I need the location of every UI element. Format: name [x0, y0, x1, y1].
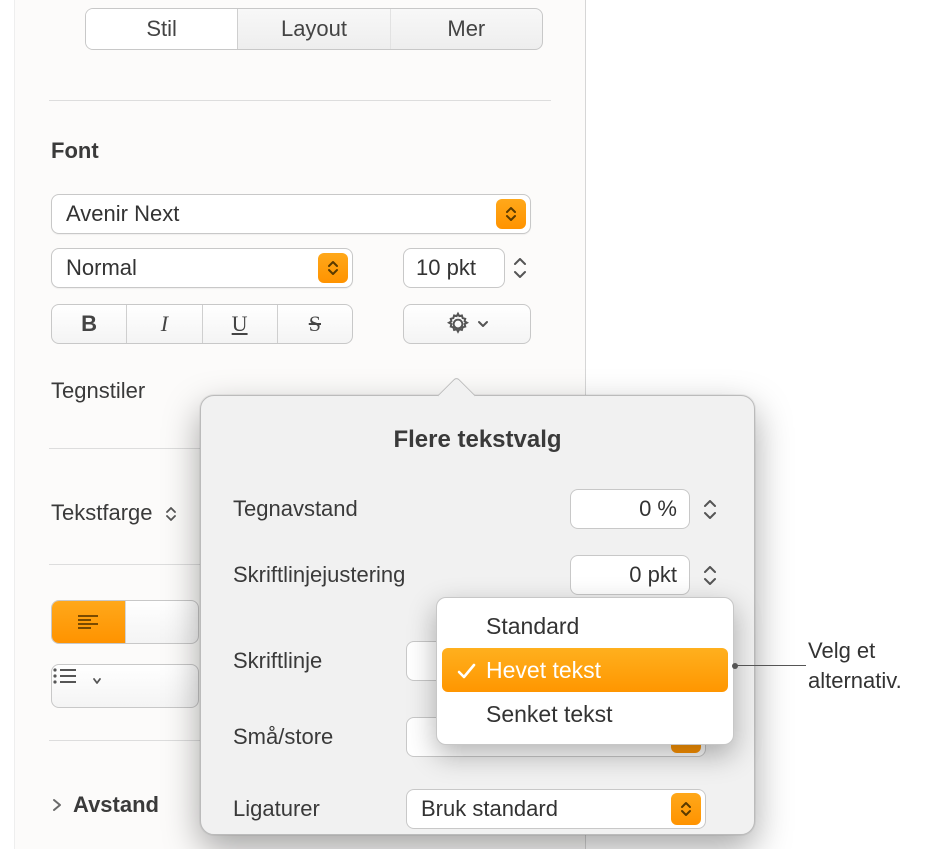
- underline-button[interactable]: U: [202, 305, 277, 343]
- callout-text: Velg et alternativ.: [808, 636, 938, 695]
- ligatures-value: Bruk standard: [421, 796, 558, 822]
- font-section-label: Font: [51, 138, 99, 164]
- section-divider: [49, 100, 551, 101]
- font-family-select[interactable]: Avenir Next: [51, 194, 531, 234]
- chevron-up-down-icon: [165, 506, 177, 522]
- popover-title: Flere tekstvalg: [201, 426, 754, 454]
- baseline-shift-label: Skriftlinjejustering: [233, 562, 405, 588]
- view-tabs: Stil Layout Mer: [85, 8, 543, 50]
- list-style-button[interactable]: [52, 665, 198, 707]
- chevron-up-icon: [703, 566, 717, 574]
- font-size-field[interactable]: 10 pkt: [403, 248, 505, 288]
- indent-seg: [51, 664, 199, 708]
- font-family-value: Avenir Next: [66, 201, 179, 227]
- baseline-shift-value: 0 pkt: [629, 562, 677, 588]
- chevron-up-down-icon: [318, 253, 348, 283]
- tab-stil[interactable]: Stil: [86, 9, 237, 49]
- text-style-seg: B I U S: [51, 304, 353, 344]
- advanced-text-button[interactable]: [403, 304, 531, 344]
- italic-button[interactable]: I: [126, 305, 201, 343]
- menu-item-standard[interactable]: Standard: [442, 604, 728, 648]
- check-icon: [456, 660, 476, 687]
- text-color-label: Tekstfarge: [51, 500, 177, 526]
- bold-button[interactable]: B: [52, 305, 126, 343]
- chevron-down-icon: [513, 270, 527, 278]
- tab-mer[interactable]: Mer: [391, 9, 542, 49]
- ligatures-select[interactable]: Bruk standard: [406, 789, 706, 829]
- chevron-up-down-icon: [496, 199, 526, 229]
- callout-leader-line: [734, 665, 806, 666]
- align-center-button[interactable]: [125, 601, 199, 643]
- strikethrough-button[interactable]: S: [277, 305, 352, 343]
- font-weight-select[interactable]: Normal: [51, 248, 353, 288]
- char-spacing-field[interactable]: 0 %: [570, 489, 690, 529]
- chevron-right-icon: [51, 797, 63, 813]
- chevron-up-icon: [513, 258, 527, 266]
- tab-layout[interactable]: Layout: [238, 9, 389, 49]
- char-spacing-stepper[interactable]: [700, 489, 720, 529]
- menu-item-senket-tekst[interactable]: Senket tekst: [442, 692, 728, 736]
- char-styles-label: Tegnstiler: [51, 378, 145, 404]
- font-size-stepper[interactable]: [511, 248, 529, 288]
- baseline-shift-stepper[interactable]: [700, 555, 720, 595]
- char-spacing-label: Tegnavstand: [233, 496, 358, 522]
- font-size-value: 10 pkt: [416, 255, 476, 281]
- baseline-shift-field[interactable]: 0 pkt: [570, 555, 690, 595]
- chevron-down-icon: [703, 511, 717, 519]
- menu-item-hevet-tekst[interactable]: Hevet tekst: [442, 648, 728, 692]
- spacing-label: Avstand: [73, 792, 159, 818]
- chevron-down-icon: [703, 577, 717, 585]
- script-label: Skriftlinje: [233, 648, 322, 674]
- bullet-list-icon: [52, 667, 80, 685]
- script-menu: Standard Hevet tekst Senket tekst: [436, 597, 734, 745]
- ligatures-label: Ligaturer: [233, 796, 320, 822]
- chevron-down-icon: [477, 320, 489, 328]
- spacing-disclosure[interactable]: Avstand: [51, 784, 159, 826]
- align-left-icon: [77, 614, 99, 630]
- chevron-down-icon: [92, 669, 102, 685]
- char-spacing-value: 0 %: [639, 496, 677, 522]
- align-left-button[interactable]: [52, 601, 125, 643]
- gear-icon: [445, 311, 471, 337]
- chevron-up-down-icon: [671, 793, 701, 825]
- font-weight-value: Normal: [66, 255, 137, 281]
- chevron-up-icon: [703, 500, 717, 508]
- caps-label: Små/store: [233, 724, 333, 750]
- menu-item-label: Hevet tekst: [486, 657, 601, 684]
- text-alignment-seg: [51, 600, 199, 644]
